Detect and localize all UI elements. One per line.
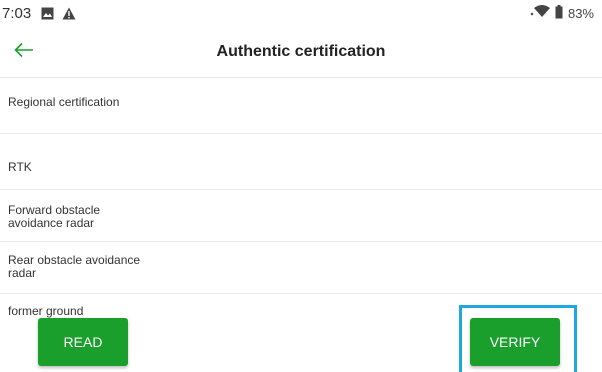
verify-button[interactable]: VERIFY	[470, 318, 560, 366]
list-item-label: RTK	[8, 160, 32, 174]
list-item[interactable]: RTK	[0, 134, 602, 189]
page-title: Authentic certification	[216, 42, 386, 60]
list-item-label: Rear obstacle avoidance radar	[8, 253, 141, 280]
battery-icon	[555, 4, 563, 22]
list-item-label: former ground	[8, 304, 84, 318]
list-item-label: Forward obstacle avoidance radar	[8, 203, 101, 230]
list-item[interactable]: Rear obstacle avoidance radar	[0, 242, 602, 293]
list-item[interactable]: Forward obstacle avoidance radar	[0, 190, 602, 241]
battery-percent: 83%	[567, 5, 594, 21]
wifi-icon	[530, 5, 550, 21]
status-time: 7:03	[2, 4, 32, 22]
read-button[interactable]: READ	[38, 318, 128, 366]
arrow-left-icon	[14, 42, 34, 63]
list-item-label: Regional certification	[8, 95, 120, 109]
list-item[interactable]: Regional certification	[0, 79, 602, 133]
app-bar: Authentic certification	[0, 26, 602, 78]
warning-icon	[62, 7, 76, 20]
image-icon	[41, 7, 54, 20]
back-button[interactable]	[10, 38, 38, 66]
status-bar: 7:03 83%	[0, 0, 602, 26]
